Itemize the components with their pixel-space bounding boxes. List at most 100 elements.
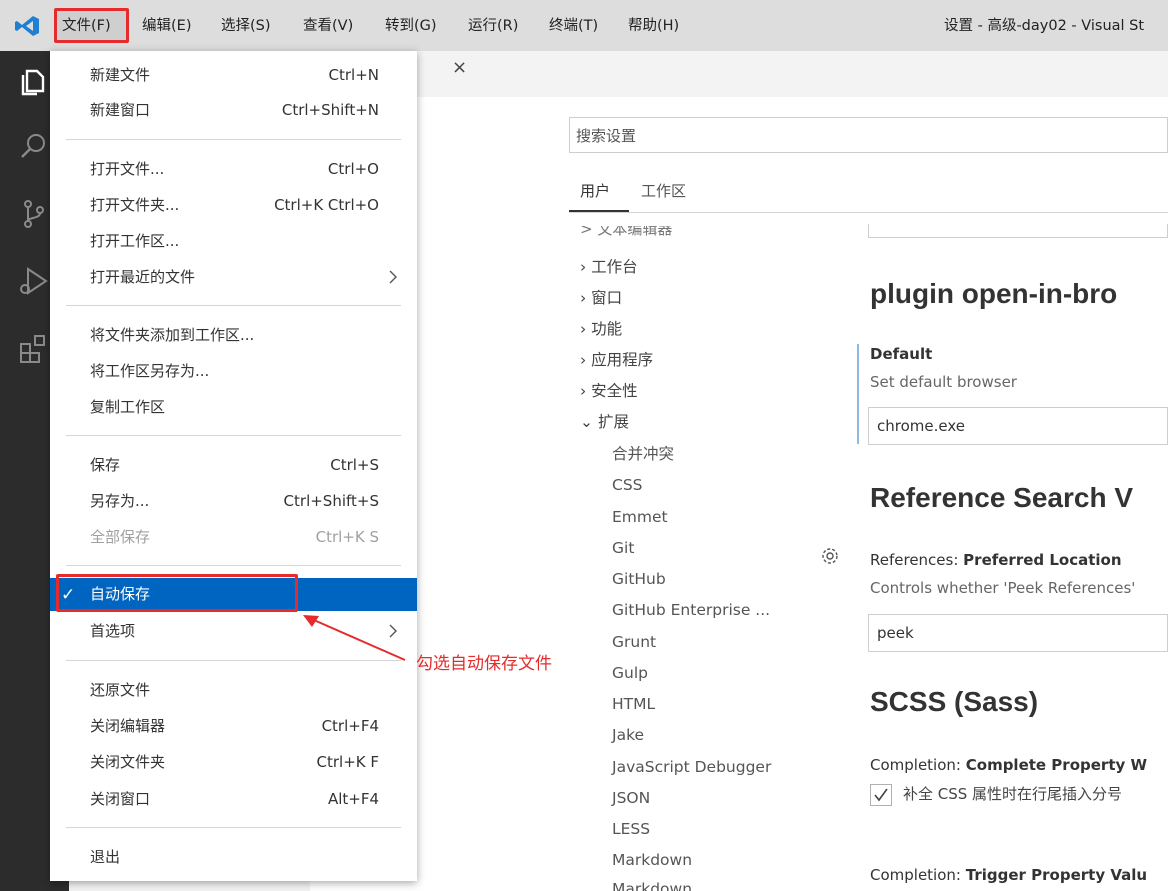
toc-sub-item[interactable]: Emmet xyxy=(612,506,668,528)
menu-terminal[interactable]: 终端(T) xyxy=(549,14,598,38)
toc-sub-item[interactable]: Jake xyxy=(612,724,644,746)
scss-semicolon-checkbox[interactable] xyxy=(870,784,892,806)
setting-description: Controls whether 'Peek References' xyxy=(870,579,1136,597)
menu-selection[interactable]: 选择(S) xyxy=(221,14,271,38)
toc-sub-item[interactable]: GitHub Enterprise ... xyxy=(612,599,770,621)
extensions-icon[interactable] xyxy=(16,331,52,367)
menu-item-new-window[interactable]: 新建窗口 xyxy=(90,98,150,122)
tab-user-settings[interactable]: 用户 xyxy=(580,180,610,201)
shortcut-label: Ctrl+K F xyxy=(316,753,380,771)
menu-separator xyxy=(66,565,401,566)
source-control-icon[interactable] xyxy=(16,196,52,232)
menu-item-close-editor[interactable]: 关闭编辑器 xyxy=(90,714,165,738)
menu-separator xyxy=(66,305,401,306)
menu-view[interactable]: 查看(V) xyxy=(303,14,353,38)
toc-item-label: 扩展 xyxy=(597,413,629,431)
setting-category: References: xyxy=(870,551,964,569)
toc-sub-item[interactable]: Grunt xyxy=(612,631,656,653)
toc-sub-item[interactable]: JSON xyxy=(612,787,650,809)
chevron-down-icon: ⌄ xyxy=(580,413,593,431)
setting-category: Completion: xyxy=(870,756,966,774)
search-icon[interactable] xyxy=(16,129,52,165)
shortcut-label: Ctrl+Shift+S xyxy=(283,492,379,510)
toc-item-extensions[interactable]: ⌄ 扩展 xyxy=(580,411,629,433)
run-debug-icon[interactable] xyxy=(16,263,52,299)
tab-workspace-settings[interactable]: 工作区 xyxy=(641,180,686,201)
file-menu-dropdown: 新建文件 Ctrl+N 新建窗口 Ctrl+Shift+N 打开文件... Ct… xyxy=(50,51,417,881)
settings-tab[interactable] xyxy=(418,51,480,97)
menu-item-open-recent[interactable]: 打开最近的文件 xyxy=(90,265,195,289)
menu-go[interactable]: 转到(G) xyxy=(385,14,437,38)
tab-close-icon[interactable]: × xyxy=(452,58,470,78)
toc-item-features[interactable]: › 功能 xyxy=(580,318,622,340)
menu-item-open-file[interactable]: 打开文件... xyxy=(90,157,164,181)
menu-item-close-folder[interactable]: 关闭文件夹 xyxy=(90,750,165,774)
menu-item-open-folder[interactable]: 打开文件夹... xyxy=(90,193,179,217)
gear-icon[interactable] xyxy=(820,546,840,566)
annotation-arrow-icon xyxy=(303,615,406,661)
shortcut-label: Ctrl+O xyxy=(327,160,379,178)
shortcut-label: Ctrl+K S xyxy=(315,528,379,546)
toc-sub-item[interactable]: Git xyxy=(612,537,634,559)
explorer-icon[interactable] xyxy=(16,63,52,99)
menu-item-preferences[interactable]: 首选项 xyxy=(90,619,135,643)
scope-divider xyxy=(569,212,1168,213)
menu-edit[interactable]: 编辑(E) xyxy=(142,14,191,38)
toc-sub-item[interactable]: HTML xyxy=(612,693,655,715)
setting-focus-indicator xyxy=(857,344,859,444)
toc-item-label: 工作台 xyxy=(591,258,638,276)
menu-item-add-folder-to-workspace[interactable]: 将文件夹添加到工作区... xyxy=(90,323,254,347)
toc-sub-item[interactable]: CSS xyxy=(612,474,643,496)
toc-sub-item[interactable]: Gulp xyxy=(612,662,648,684)
toc-item-text-editor[interactable]: > 文本编辑器 xyxy=(580,226,672,242)
settings-search-input[interactable]: 搜索设置 xyxy=(576,125,636,146)
toc-item-workbench[interactable]: › 工作台 xyxy=(580,256,638,278)
menu-item-revert-file[interactable]: 还原文件 xyxy=(90,678,150,702)
annotation-label: 勾选自动保存文件 xyxy=(416,654,552,674)
checkmark-icon xyxy=(874,788,888,802)
menu-item-new-file[interactable]: 新建文件 xyxy=(90,63,150,87)
toc-sub-item[interactable]: 合并冲突 xyxy=(612,443,674,465)
menu-help[interactable]: 帮助(H) xyxy=(628,14,679,38)
setting-input-partial[interactable] xyxy=(868,224,1168,238)
toc-sub-item[interactable]: GitHub xyxy=(612,568,666,590)
auto-save-highlight-box xyxy=(56,574,298,612)
section-heading-scss: SCSS (Sass) xyxy=(870,686,1039,717)
menu-item-save[interactable]: 保存 xyxy=(90,453,120,477)
menu-separator xyxy=(66,827,401,828)
toc-item-label: 功能 xyxy=(591,320,623,338)
menu-item-save-as[interactable]: 另存为... xyxy=(90,489,149,513)
menu-item-close-window[interactable]: 关闭窗口 xyxy=(90,787,150,811)
vscode-logo-icon xyxy=(15,16,39,36)
toc-sub-item[interactable]: Markdown xyxy=(612,878,692,891)
toc-sub-item[interactable]: Markdown xyxy=(612,849,692,871)
checkbox-label: 补全 CSS 属性时在行尾插入分号 xyxy=(903,785,1123,803)
menu-separator xyxy=(66,139,401,140)
menu-run[interactable]: 运行(R) xyxy=(468,14,518,38)
preferred-location-select[interactable]: peek xyxy=(868,614,1168,652)
default-browser-input[interactable]: chrome.exe xyxy=(868,407,1168,445)
menu-item-exit[interactable]: 退出 xyxy=(90,845,120,869)
section-heading-plugin: plugin open-in-bro xyxy=(870,278,1118,309)
toc-item-label: 安全性 xyxy=(591,382,638,400)
setting-description: Set default browser xyxy=(870,373,1017,391)
shortcut-label: Ctrl+Shift+N xyxy=(281,101,379,119)
toc-item-security[interactable]: › 安全性 xyxy=(580,380,638,402)
toc-item-window[interactable]: › 窗口 xyxy=(580,287,622,309)
shortcut-label: Ctrl+S xyxy=(330,456,379,474)
setting-title-references: References: Preferred Location xyxy=(870,551,1122,569)
toc-item-application[interactable]: › 应用程序 xyxy=(580,349,653,371)
shortcut-label: Ctrl+N xyxy=(328,66,379,84)
setting-name: Preferred Location xyxy=(963,551,1122,569)
setting-title-scss-trigger: Completion: Trigger Property Valu xyxy=(870,866,1147,884)
toc-sub-item[interactable]: JavaScript Debugger xyxy=(612,756,771,778)
setting-category: Completion: xyxy=(870,866,966,884)
menu-file[interactable]: 文件(F) xyxy=(62,14,111,38)
chevron-right-icon: › xyxy=(580,258,587,276)
toc-sub-item[interactable]: LESS xyxy=(612,818,650,840)
menu-item-open-workspace[interactable]: 打开工作区... xyxy=(90,229,179,253)
menu-item-duplicate-workspace[interactable]: 复制工作区 xyxy=(90,395,165,419)
shortcut-label: Alt+F4 xyxy=(327,790,379,808)
menu-item-save-workspace-as[interactable]: 将工作区另存为... xyxy=(90,359,209,383)
settings-search-box[interactable]: 搜索设置 xyxy=(569,117,1168,153)
